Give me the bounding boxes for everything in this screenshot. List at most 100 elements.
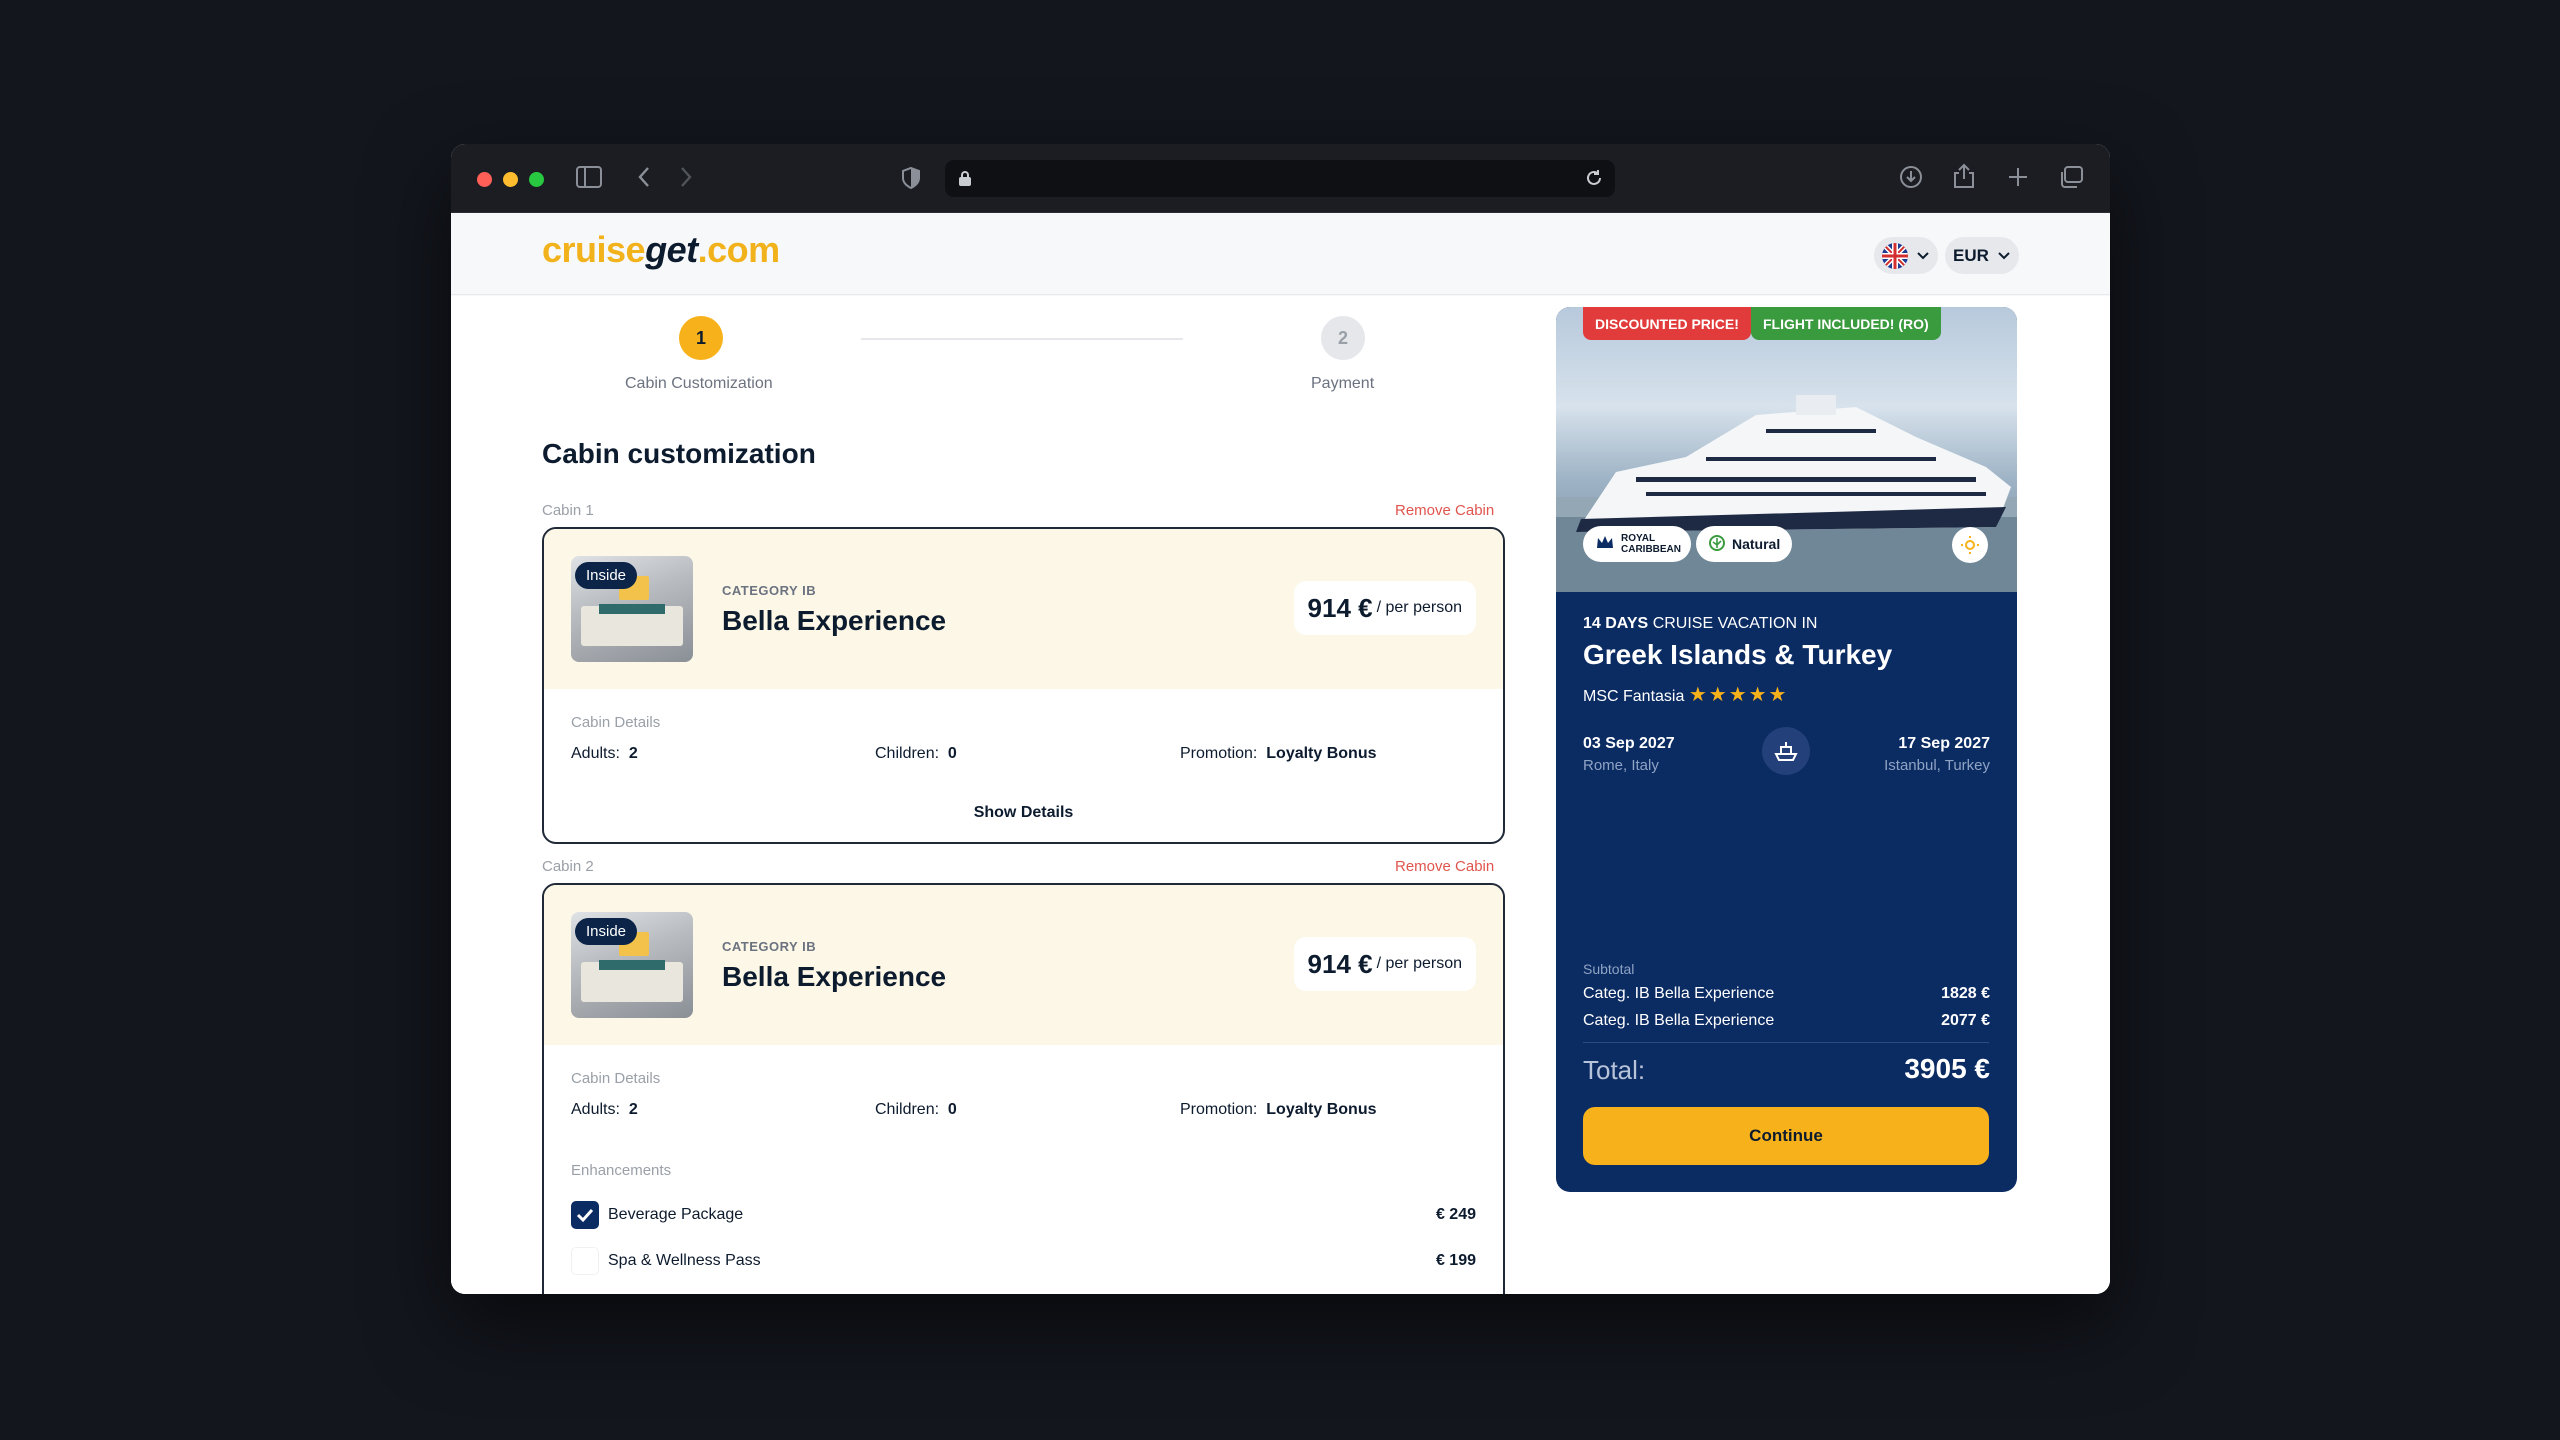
spa-wellness-checkbox[interactable]: [571, 1247, 599, 1275]
back-icon[interactable]: [637, 166, 651, 193]
children-field: Children: 0: [875, 745, 957, 763]
reload-icon[interactable]: [1585, 169, 1603, 192]
logo-text-domain: .com: [697, 229, 781, 270]
cabin-details-title: Cabin Details: [571, 714, 661, 731]
cabin-category: CATEGORY IB: [722, 583, 817, 598]
show-details-button[interactable]: Show Details: [544, 804, 1503, 822]
sun-icon[interactable]: [1952, 527, 1988, 563]
browser-window: cruiseget.com EUR 1 Cabin Customization …: [451, 144, 2110, 1294]
cabin-name: Bella Experience: [722, 605, 947, 636]
remove-cabin-2-button[interactable]: Remove Cabin: [1395, 858, 1494, 875]
currency-selector[interactable]: EUR: [1945, 237, 2019, 274]
natural-label: Natural: [1732, 536, 1781, 552]
duration-suffix: CRUISE VACATION IN: [1652, 615, 1818, 632]
remove-cabin-1-button[interactable]: Remove Cabin: [1395, 502, 1494, 519]
forward-icon[interactable]: [679, 166, 693, 193]
arrival-date: 17 Sep 2027: [1898, 735, 1990, 752]
step-1-label: Cabin Customization: [625, 375, 773, 392]
site-logo[interactable]: cruiseget.com: [542, 229, 780, 271]
browser-toolbar: [451, 144, 2110, 213]
new-tab-icon[interactable]: [2007, 166, 2029, 193]
cabin-photo: Inside: [571, 556, 693, 662]
crown-icon: [1595, 534, 1615, 555]
cabin-category: CATEGORY IB: [722, 939, 817, 954]
adults-value: 2: [628, 745, 638, 762]
cabin-2-title: Cabin 2: [542, 858, 594, 875]
destination-title: Greek Islands & Turkey: [1583, 639, 1893, 670]
adults-value: 2: [628, 1101, 638, 1118]
cabin-2-summary: Inside CATEGORY IB Bella Experience 914 …: [544, 885, 1503, 1045]
stepper-line: [861, 338, 1183, 340]
language-selector[interactable]: [1874, 237, 1938, 274]
close-window-button[interactable]: [477, 172, 492, 187]
cruise-line-name: ROYAL CARIBBEAN: [1621, 533, 1681, 555]
cruise-line-chip: ROYAL CARIBBEAN: [1583, 526, 1691, 562]
cabin-1-summary: Inside CATEGORY IB Bella Experience 914 …: [544, 529, 1503, 689]
ship-photo: DISCOUNTED PRICE! FLIGHT INCLUDED! (RO) …: [1556, 307, 2017, 592]
beverage-package-checkbox[interactable]: [571, 1201, 599, 1229]
ship-name: MSC Fantasia: [1583, 688, 1685, 705]
children-value: 0: [947, 745, 957, 762]
cabin-1-title: Cabin 1: [542, 502, 594, 519]
price-unit: / per person: [1376, 599, 1462, 616]
enhancement-label: Spa & Wellness Pass: [608, 1252, 761, 1269]
continue-button[interactable]: Continue: [1583, 1107, 1989, 1165]
promotion-label: Promotion:: [1180, 745, 1258, 762]
address-bar[interactable]: [945, 160, 1615, 197]
step-2-circle[interactable]: 2: [1321, 316, 1365, 360]
cabin-type-tag: Inside: [575, 562, 638, 589]
adults-field: Adults: 2: [571, 1101, 638, 1119]
children-value: 0: [947, 1101, 957, 1118]
step-2-label: Payment: [1311, 375, 1375, 392]
adults-label: Adults:: [571, 745, 620, 762]
subtotal-line-label: Categ. IB Bella Experience: [1583, 1012, 1775, 1029]
promotion-field: Promotion: Loyalty Bonus: [1180, 1101, 1377, 1119]
chevron-down-icon: [1916, 246, 1930, 266]
page-content: cruiseget.com EUR 1 Cabin Customization …: [451, 213, 2110, 1294]
price-value: 914 €: [1307, 592, 1373, 623]
promotion-field: Promotion: Loyalty Bonus: [1180, 745, 1377, 763]
divider: [1583, 1042, 1989, 1043]
arrival-place: Istanbul, Turkey: [1884, 757, 1990, 774]
cabin-price: 914 € / per person: [1293, 581, 1476, 635]
logo-text-get: get: [645, 229, 698, 270]
flight-badge: FLIGHT INCLUDED! (RO): [1751, 307, 1941, 340]
price-unit: / per person: [1376, 955, 1462, 972]
page-title: Cabin customization: [542, 438, 816, 469]
sidebar-toggle-icon[interactable]: [576, 166, 602, 193]
minimize-window-button[interactable]: [503, 172, 518, 187]
ship-name-line: MSC Fantasia ★★★★★: [1583, 682, 1788, 707]
promotion-value: Loyalty Bonus: [1266, 745, 1377, 762]
share-icon[interactable]: [1953, 163, 1975, 194]
maximize-window-button[interactable]: [529, 172, 544, 187]
ship-icon: [1762, 727, 1810, 775]
cabin-2-card: Inside CATEGORY IB Bella Experience 914 …: [542, 883, 1505, 1294]
lock-icon: [958, 170, 972, 192]
subtotal-line-amount: 2077 €: [1941, 1012, 1990, 1029]
adults-field: Adults: 2: [571, 745, 638, 763]
enhancement-label: Beverage Package: [608, 1206, 744, 1223]
shield-icon[interactable]: [901, 166, 921, 195]
children-label: Children:: [875, 745, 940, 762]
tabs-overview-icon[interactable]: [2058, 165, 2084, 194]
currency-label: EUR: [1953, 245, 1989, 265]
main-area: 1 Cabin Customization 2 Payment Cabin cu…: [451, 296, 2110, 1294]
promotion-value: Loyalty Bonus: [1266, 1101, 1377, 1118]
natural-chip: Natural: [1696, 526, 1793, 562]
subtotal-line-label: Categ. IB Bella Experience: [1583, 985, 1775, 1002]
cabin-photo: Inside: [571, 912, 693, 1018]
enhancement-price: € 199: [1435, 1252, 1476, 1269]
enhancements-title: Enhancements: [571, 1162, 672, 1179]
cabin-name: Bella Experience: [722, 961, 947, 992]
step-1-circle[interactable]: 1: [679, 316, 723, 360]
cabin-1-card: Inside CATEGORY IB Bella Experience 914 …: [542, 527, 1505, 844]
logo-text: cruise: [542, 229, 646, 270]
promotion-label: Promotion:: [1180, 1101, 1258, 1118]
booking-summary: DISCOUNTED PRICE! FLIGHT INCLUDED! (RO) …: [1556, 307, 2017, 1192]
children-field: Children: 0: [875, 1101, 957, 1119]
cabin-price: 914 € / per person: [1293, 937, 1476, 991]
download-icon[interactable]: [1899, 165, 1923, 194]
total-amount: 3905 €: [1904, 1053, 1990, 1084]
departure-date: 03 Sep 2027: [1583, 735, 1675, 752]
departure-place: Rome, Italy: [1583, 757, 1659, 774]
